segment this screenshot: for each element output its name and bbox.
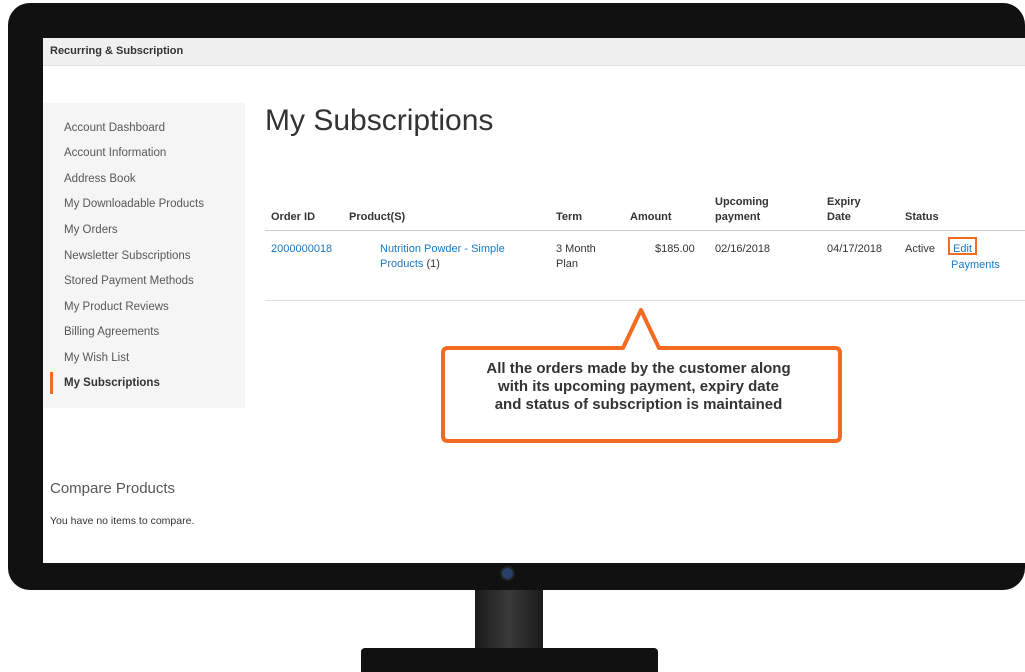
callout-bubble [441,308,842,443]
screen: Recurring & Subscription Account Dashboa… [43,38,1025,563]
webcam-icon [502,568,513,579]
callout-line-3: and status of subscription is maintained [494,396,783,413]
monitor-stand-neck [475,590,543,650]
monitor-bezel: Recurring & Subscription Account Dashboa… [8,3,1025,590]
callout-line-1: All the orders made by the customer alon… [486,360,791,377]
callout-text: All the orders made by the customer alon… [443,360,834,414]
monitor-stand-base [361,648,658,672]
callout-line-2: with its upcoming payment, expiry date [498,378,779,395]
